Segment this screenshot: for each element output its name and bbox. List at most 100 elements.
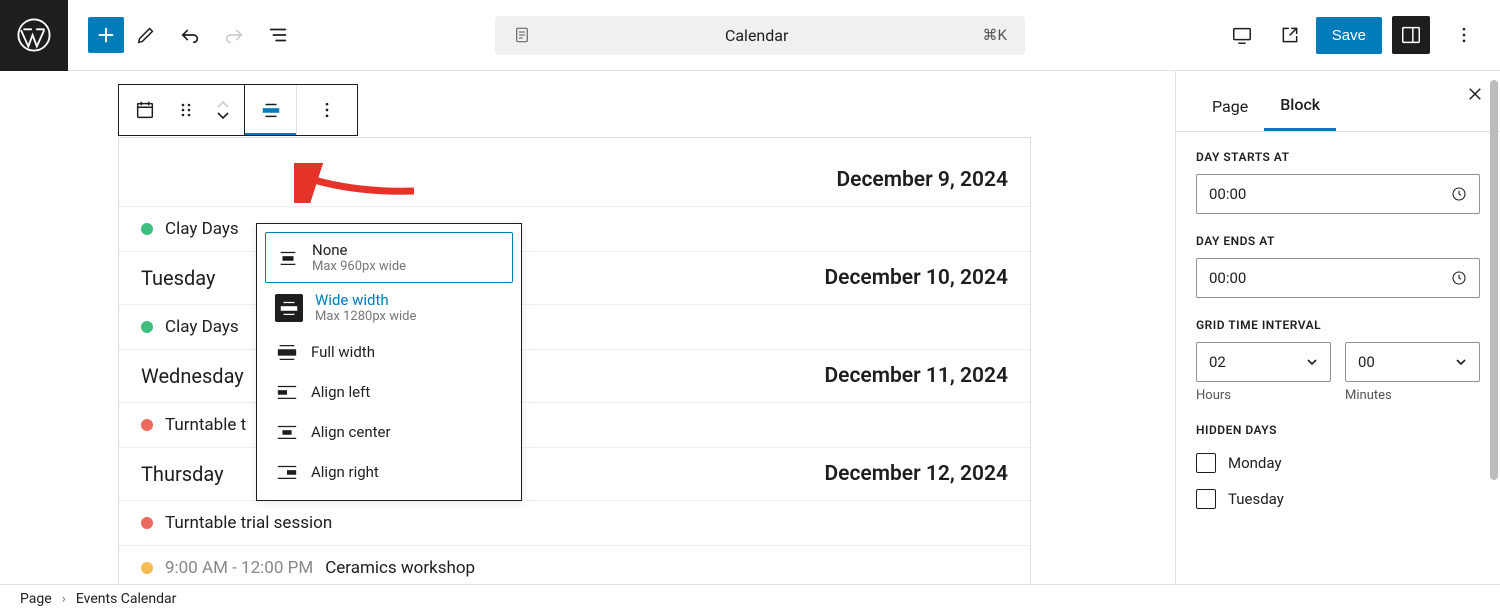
align-wide-icon (260, 99, 282, 121)
field-label: HIDDEN DAYS (1196, 423, 1480, 437)
chevron-down-icon (217, 111, 229, 119)
document-title-bar: Calendar ⌘K (300, 16, 1220, 55)
checkbox-label: Tuesday (1228, 490, 1284, 508)
field-label: GRID TIME INTERVAL (1196, 318, 1480, 332)
breadcrumb-root[interactable]: Page (20, 591, 52, 607)
align-button[interactable] (245, 85, 297, 135)
align-option-sub: Max 960px wide (312, 259, 406, 274)
editor-canvas: December 9, 2024 Clay Days Tuesday Decem… (0, 71, 1175, 584)
day-name: Tuesday (141, 266, 215, 290)
sidebar-tabs: Page Block (1176, 71, 1500, 132)
grid-minutes-select[interactable]: 00 (1345, 342, 1480, 382)
add-block-button[interactable] (88, 17, 124, 53)
calendar-icon (134, 99, 156, 121)
select-hint: Minutes (1345, 388, 1480, 403)
align-option-left[interactable]: Align left (265, 372, 513, 412)
align-none-icon (276, 246, 300, 270)
view-desktop-button[interactable] (1220, 13, 1264, 57)
align-full-icon (275, 340, 299, 364)
event-dot (141, 419, 153, 431)
event-title: Clay Days (165, 317, 239, 337)
align-center-icon (275, 420, 299, 444)
day-starts-input[interactable]: 00:00 (1196, 174, 1480, 214)
chevron-up-icon (217, 101, 229, 109)
event-title: Ceramics workshop (325, 558, 475, 578)
align-menu: None Max 960px wide Wide width Max 1280p… (256, 223, 522, 501)
drag-handle[interactable] (171, 85, 201, 135)
more-options-button[interactable] (1442, 13, 1486, 57)
day-name: Thursday (141, 462, 224, 486)
checkbox[interactable] (1196, 489, 1216, 509)
calendar-event[interactable]: Turntable trial session (119, 501, 1030, 546)
field-label: DAY ENDS AT (1196, 234, 1480, 248)
redo-button[interactable] (212, 13, 256, 57)
tab-page[interactable]: Page (1196, 87, 1264, 130)
align-option-title: None (312, 241, 406, 259)
align-option-title: Wide width (315, 291, 416, 309)
settings-sidebar: Page Block DAY STARTS AT 00:00 DAY ENDS … (1175, 71, 1500, 584)
align-option-full[interactable]: Full width (265, 332, 513, 372)
align-option-title: Align right (311, 463, 379, 481)
field-label: DAY STARTS AT (1196, 150, 1480, 164)
day-date: December 12, 2024 (825, 462, 1009, 486)
grid-hours-select[interactable]: 02 (1196, 342, 1331, 382)
close-sidebar-button[interactable] (1466, 85, 1484, 107)
wordpress-logo[interactable] (0, 0, 68, 71)
more-icon (317, 100, 337, 120)
scrollbar[interactable] (1490, 80, 1498, 480)
hidden-day-monday[interactable]: Monday (1196, 453, 1480, 473)
day-ends-input[interactable]: 00:00 (1196, 258, 1480, 298)
checkbox-label: Monday (1228, 454, 1282, 472)
close-icon (1466, 85, 1484, 103)
event-dot (141, 223, 153, 235)
align-wide-icon (275, 294, 303, 322)
document-overview-button[interactable] (256, 13, 300, 57)
align-option-center[interactable]: Align center (265, 412, 513, 452)
chevron-down-icon (1455, 356, 1467, 368)
align-option-none[interactable]: None Max 960px wide (265, 232, 513, 283)
settings-toggle-button[interactable] (1392, 16, 1430, 54)
checkbox[interactable] (1196, 453, 1216, 473)
chevron-right-icon: › (62, 591, 66, 607)
day-date: December 11, 2024 (825, 364, 1009, 388)
shortcut-hint: ⌘K (982, 26, 1006, 44)
event-dot (141, 321, 153, 333)
clock-icon (1451, 270, 1467, 286)
hidden-day-tuesday[interactable]: Tuesday (1196, 489, 1480, 509)
day-date: December 9, 2024 (837, 168, 1009, 192)
day-date: December 10, 2024 (825, 266, 1009, 290)
edit-mode-button[interactable] (124, 13, 168, 57)
align-option-title: Align center (311, 423, 391, 441)
align-right-icon (275, 460, 299, 484)
align-option-title: Full width (311, 343, 375, 361)
event-title: Clay Days (165, 219, 239, 239)
event-dot (141, 517, 153, 529)
undo-button[interactable] (168, 13, 212, 57)
calendar-event[interactable]: 9:00 AM - 12:00 PM Ceramics workshop (119, 546, 1030, 584)
day-header: December 9, 2024 (119, 138, 1030, 207)
block-type-button[interactable] (119, 85, 171, 135)
align-option-title: Align left (311, 383, 370, 401)
command-palette-trigger[interactable]: Calendar ⌘K (495, 16, 1025, 55)
view-page-button[interactable] (1268, 13, 1312, 57)
time-value: 00:00 (1209, 185, 1246, 203)
save-button[interactable]: Save (1316, 17, 1382, 54)
calendar-block[interactable]: December 9, 2024 Clay Days Tuesday Decem… (118, 137, 1031, 584)
select-hint: Hours (1196, 388, 1331, 403)
time-value: 00:00 (1209, 269, 1246, 287)
select-value: 02 (1209, 353, 1226, 371)
event-dot (141, 562, 153, 574)
block-mover[interactable] (201, 85, 245, 135)
select-value: 00 (1358, 353, 1375, 371)
block-breadcrumb: Page › Events Calendar (0, 584, 1500, 613)
tab-block[interactable]: Block (1264, 85, 1336, 131)
page-icon (513, 26, 531, 44)
breadcrumb-current[interactable]: Events Calendar (76, 591, 176, 607)
align-option-wide[interactable]: Wide width Max 1280px wide (265, 283, 513, 332)
document-title: Calendar (541, 26, 973, 45)
block-options-button[interactable] (297, 85, 357, 135)
align-option-sub: Max 1280px wide (315, 309, 416, 324)
align-option-right[interactable]: Align right (265, 452, 513, 492)
chevron-down-icon (1306, 356, 1318, 368)
block-toolbar (118, 84, 358, 136)
